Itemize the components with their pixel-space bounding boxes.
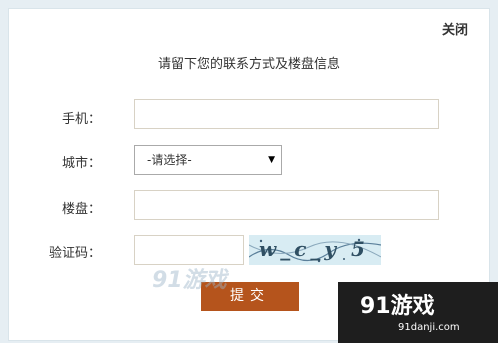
watermark-logo: 91游戏 [360,294,435,319]
captcha-image[interactable]: w_c_y 5 [249,235,381,265]
city-label: 城市： [61,156,101,171]
dialog-title: 请留下您的联系方式及楼盘信息 [157,57,340,72]
watermark-url: 91danji.com [398,322,460,333]
watermark-faint: 91游戏 [152,262,250,296]
page: 关闭 请留下您的联系方式及楼盘信息 手机： 城市： -请选择- ▼ 楼盘： 验证… [0,0,498,343]
city-select-value: -请选择- [147,153,192,167]
phone-input[interactable] [134,99,439,129]
close-button[interactable]: 关闭 [442,19,468,38]
watermark: 91游戏 91danji.com [338,282,498,343]
dropdown-arrow-icon: ▼ [268,155,275,165]
phone-label: 手机： [61,112,101,127]
building-input[interactable] [134,190,439,220]
building-label: 楼盘： [61,202,101,217]
captcha-label: 验证码： [48,246,101,261]
watermark-faint-logo: 91游戏 [152,268,227,293]
city-select[interactable]: -请选择- ▼ [134,145,282,175]
captcha-text: w_c_y 5 [259,237,369,261]
captcha-input[interactable] [134,235,244,265]
